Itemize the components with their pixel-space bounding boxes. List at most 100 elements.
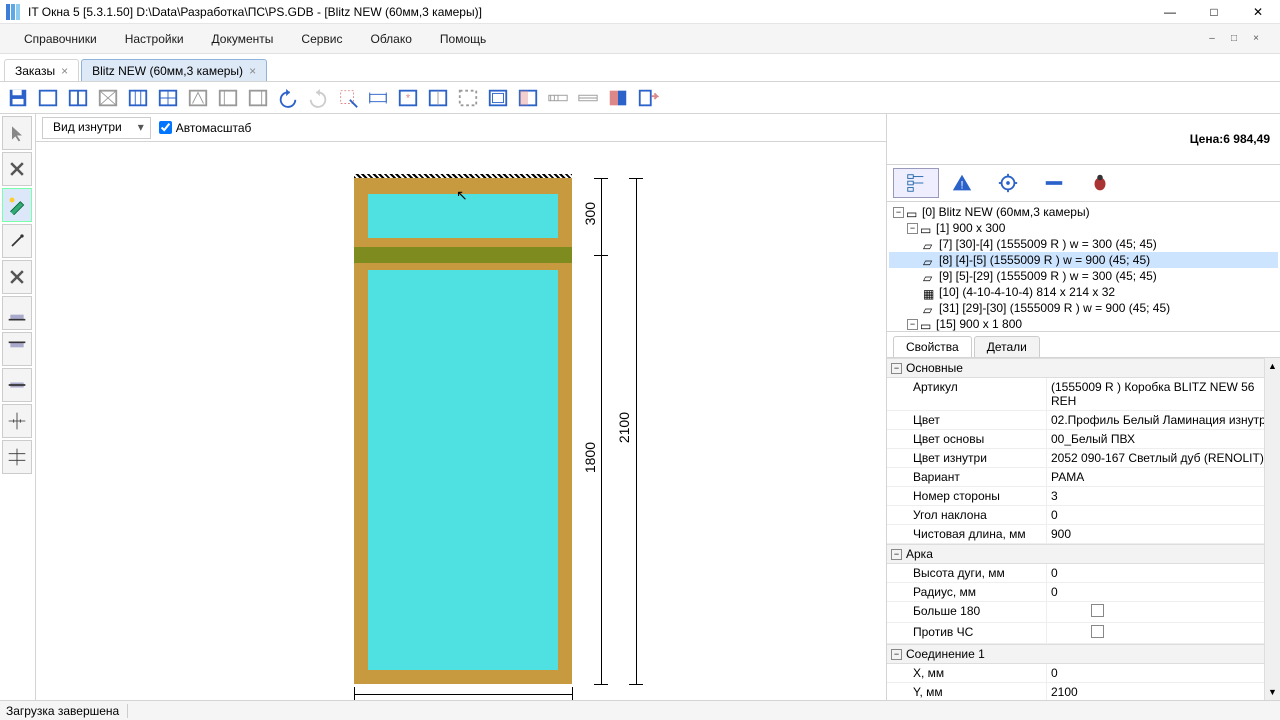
checkbox[interactable] (1091, 604, 1104, 617)
tree-node[interactable]: −▭[1] 900 x 300 (889, 220, 1278, 236)
prop-val[interactable]: РАМА (1047, 468, 1280, 486)
close-button[interactable]: ✕ (1236, 0, 1280, 24)
prop-val[interactable] (1047, 602, 1280, 622)
dimension-button[interactable] (364, 84, 392, 112)
half-box-button[interactable] (514, 84, 542, 112)
prop-val[interactable] (1047, 623, 1280, 643)
window-mullion[interactable] (354, 247, 572, 263)
maximize-button[interactable]: □ (1192, 0, 1236, 24)
tree-node[interactable]: ▦[10] (4-10-4-10-4) 814 x 214 x 32 (889, 284, 1278, 300)
group-connection[interactable]: −Соединение 1 (887, 644, 1280, 664)
scrollbar[interactable]: ▲▼ (1264, 358, 1280, 700)
grid2-tool[interactable] (2, 440, 32, 474)
split-box-button[interactable] (424, 84, 452, 112)
prop-val[interactable]: 2052 090-167 Светлый дуб (RENOLIT) (1047, 449, 1280, 467)
hatch1-button[interactable] (544, 84, 572, 112)
profile-button[interactable] (1031, 168, 1077, 198)
prop-val[interactable]: 900 (1047, 525, 1280, 543)
menu-service[interactable]: Сервис (287, 28, 356, 50)
prop-row[interactable]: Артикул(1555009 R ) Коробка BLITZ NEW 56… (887, 378, 1280, 411)
menu-documents[interactable]: Документы (198, 28, 288, 50)
minimize-button[interactable]: — (1148, 0, 1192, 24)
close-icon[interactable]: × (249, 64, 256, 78)
align-t-tool[interactable] (2, 332, 32, 366)
draw-tool[interactable] (2, 188, 32, 222)
align-m-tool[interactable] (2, 368, 32, 402)
tool-c-button[interactable] (244, 84, 272, 112)
grid1-tool[interactable] (2, 404, 32, 438)
mdi-close-icon[interactable]: × (1248, 33, 1264, 45)
frame-crossed-button[interactable] (94, 84, 122, 112)
group-main[interactable]: −Основные (887, 358, 1280, 378)
frame-split-v-button[interactable] (64, 84, 92, 112)
prop-val[interactable]: (1555009 R ) Коробка BLITZ NEW 56 REH (1047, 378, 1280, 410)
scroll-down-icon[interactable]: ▼ (1265, 684, 1280, 700)
color-swap-button[interactable] (604, 84, 632, 112)
prop-val[interactable]: 0 (1047, 564, 1280, 582)
tab-properties[interactable]: Свойства (893, 336, 972, 357)
prop-row[interactable]: Цвет основы00_Белый ПВХ (887, 430, 1280, 449)
tree-node[interactable]: ▱[9] [5]-[29] (1555009 R ) w = 300 (45; … (889, 268, 1278, 284)
tree-node[interactable]: ▱[7] [30]-[4] (1555009 R ) w = 300 (45; … (889, 236, 1278, 252)
redo-button[interactable] (304, 84, 332, 112)
prop-row[interactable]: ВариантРАМА (887, 468, 1280, 487)
prop-val[interactable]: 00_Белый ПВХ (1047, 430, 1280, 448)
wand-tool[interactable] (2, 224, 32, 258)
warnings-button[interactable]: ! (939, 168, 985, 198)
prop-row[interactable]: Радиус, мм0 (887, 583, 1280, 602)
mdi-min-icon[interactable]: – (1204, 33, 1220, 45)
prop-val[interactable]: 0 (1047, 583, 1280, 601)
tree-node[interactable]: ▱[31] [29]-[30] (1555009 R ) w = 900 (45… (889, 300, 1278, 316)
prop-val[interactable]: 02.Профиль Белый Ламинация изнутри (1047, 411, 1280, 429)
menu-settings[interactable]: Настройки (111, 28, 198, 50)
checkbox[interactable] (1091, 625, 1104, 638)
cursor-tool[interactable] (2, 116, 32, 150)
tool-a-button[interactable] (184, 84, 212, 112)
mdi-max-icon[interactable]: □ (1226, 33, 1242, 45)
close-icon[interactable]: × (61, 64, 68, 78)
prop-row[interactable]: Цвет02.Профиль Белый Ламинация изнутри (887, 411, 1280, 430)
export-button[interactable] (634, 84, 662, 112)
delete2-tool[interactable] (2, 260, 32, 294)
prop-row[interactable]: Угол наклона0 (887, 506, 1280, 525)
menu-cloud[interactable]: Облако (357, 28, 426, 50)
structure-tree[interactable]: −▭[0] Blitz NEW (60мм,3 камеры) −▭[1] 90… (887, 202, 1280, 332)
prop-row[interactable]: X, мм0 (887, 664, 1280, 683)
prop-val[interactable]: 0 (1047, 664, 1280, 682)
tree-node[interactable]: −▭[0] Blitz NEW (60мм,3 камеры) (889, 204, 1278, 220)
tool-b-button[interactable] (214, 84, 242, 112)
prop-row[interactable]: Больше 180 (887, 602, 1280, 623)
prop-row[interactable]: Номер стороны3 (887, 487, 1280, 506)
prop-row[interactable]: Y, мм2100 (887, 683, 1280, 700)
hatch2-button[interactable] (574, 84, 602, 112)
group-arc[interactable]: −Арка (887, 544, 1280, 564)
settings-button[interactable] (985, 168, 1031, 198)
window-main-glass[interactable] (366, 268, 560, 672)
tree-view-button[interactable] (893, 168, 939, 198)
tab-orders[interactable]: Заказы × (4, 59, 79, 81)
prop-row[interactable]: Чистовая длина, мм900 (887, 525, 1280, 544)
star-box-button[interactable]: * (394, 84, 422, 112)
prop-val[interactable]: 2100 (1047, 683, 1280, 700)
select-tool-button[interactable] (334, 84, 362, 112)
prop-val[interactable]: 0 (1047, 506, 1280, 524)
scroll-up-icon[interactable]: ▲ (1265, 358, 1280, 374)
undo-button[interactable] (274, 84, 302, 112)
dashed-box-button[interactable] (454, 84, 482, 112)
double-box-button[interactable] (484, 84, 512, 112)
tree-node[interactable]: −▭[15] 900 x 1 800 (889, 316, 1278, 332)
view-mode-select[interactable]: Вид изнутри (42, 117, 151, 139)
prop-val[interactable]: 3 (1047, 487, 1280, 505)
prop-row[interactable]: Против ЧС (887, 623, 1280, 644)
tab-blitz[interactable]: Blitz NEW (60мм,3 камеры) × (81, 59, 267, 81)
autoscale-input[interactable] (159, 121, 172, 134)
frame-split2-button[interactable] (124, 84, 152, 112)
prop-row[interactable]: Цвет изнутри2052 090-167 Светлый дуб (RE… (887, 449, 1280, 468)
prop-row[interactable]: Высота дуги, мм0 (887, 564, 1280, 583)
bug-button[interactable] (1077, 168, 1123, 198)
tree-node[interactable]: ▱[8] [4]-[5] (1555009 R ) w = 900 (45; 4… (889, 252, 1278, 268)
autoscale-checkbox[interactable]: Автомасштаб (159, 121, 252, 135)
drawing-canvas[interactable]: ↖ 900 300 1800 2100 (36, 142, 886, 700)
frame-single-button[interactable] (34, 84, 62, 112)
frame-h-button[interactable] (154, 84, 182, 112)
